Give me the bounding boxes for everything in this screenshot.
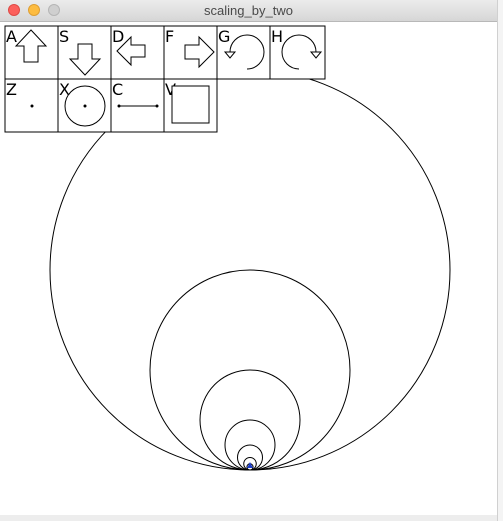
tool-rotate-right[interactable]: H <box>269 25 326 80</box>
tool-rotate-left[interactable]: G <box>216 25 271 80</box>
tool-move-right[interactable]: F <box>163 25 218 80</box>
drawing-canvas[interactable]: A S D F G H Z X C V <box>0 22 497 521</box>
tool-key-label: A <box>6 27 17 46</box>
square-icon <box>171 85 210 124</box>
background-window-edge-bottom <box>0 515 497 521</box>
tool-key-label: S <box>59 27 69 46</box>
tool-key-label: G <box>218 27 230 46</box>
tool-segment[interactable]: C <box>110 78 165 133</box>
tool-circle[interactable]: X <box>57 78 112 133</box>
tool-point[interactable]: Z <box>4 78 59 133</box>
tool-move-up[interactable]: A <box>4 25 59 80</box>
tool-key-label: F <box>165 27 174 46</box>
background-window-edge <box>497 0 503 521</box>
tool-key-label: C <box>112 80 123 99</box>
tool-move-left[interactable]: D <box>110 25 165 80</box>
window-title: scaling_by_two <box>204 3 293 18</box>
tool-key-label: H <box>271 27 283 46</box>
tool-palette: A S D F G H Z X C V <box>4 25 326 133</box>
window-titlebar: scaling_by_two <box>0 0 497 22</box>
tool-key-label: Z <box>6 80 17 99</box>
point-icon <box>30 104 34 108</box>
tool-square[interactable]: V <box>163 78 218 133</box>
tool-key-label: D <box>112 27 124 46</box>
canvas-svg: A S D F G H Z X C V <box>4 25 451 471</box>
tool-move-down[interactable]: S <box>57 25 112 80</box>
tool-key-label: X <box>59 80 70 99</box>
